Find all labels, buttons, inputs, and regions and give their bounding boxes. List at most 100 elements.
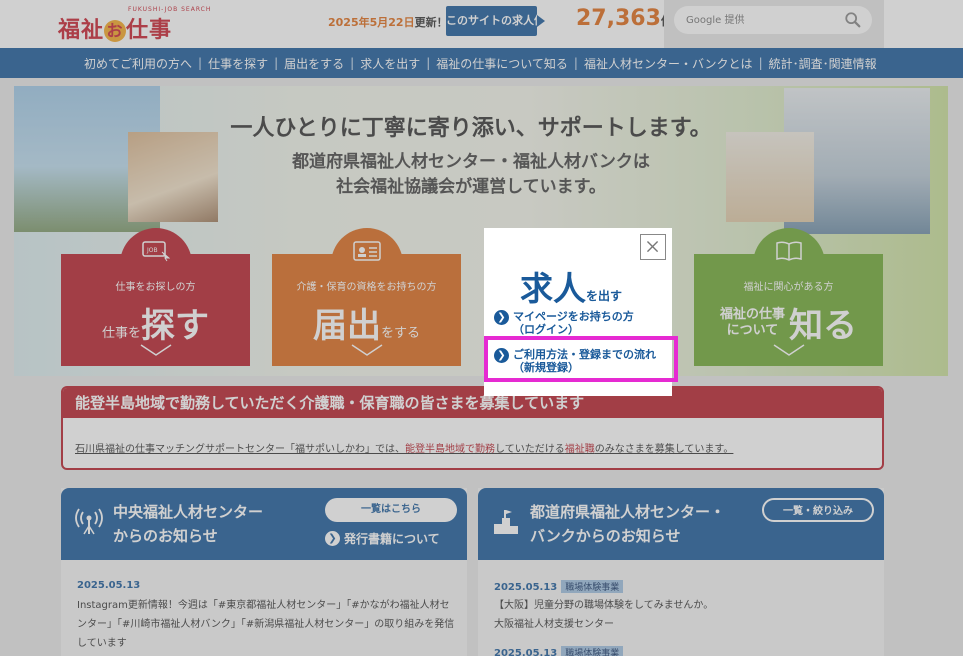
nav-item-about[interactable]: 福祉人材センター・バンクとは [578, 55, 759, 72]
notify-main: 届出 [312, 306, 381, 346]
login-link-label: マイページをお持ちの方 （ログイン） [513, 310, 634, 336]
nav-item-find-job[interactable]: 仕事を探す [202, 55, 274, 72]
nav-item-notify[interactable]: 届出をする [278, 55, 350, 72]
main-nav: 初めてご利用の方へ | 仕事を探す | 届出をする | 求人を出す | 福祉の仕事につい… [0, 48, 963, 78]
logo-text-1: 福祉 [58, 18, 105, 43]
notice-title: 能登半島地域で勤務していただく介護職・保育職の皆さまを募集しています [63, 388, 882, 418]
notify-suffix: をする [380, 326, 420, 341]
site-logo[interactable]: FUKUSHI-JOB SEARCH 福祉お仕事 [58, 6, 210, 44]
prefecture-news-date-1-value: 2025.05.13 [494, 582, 558, 593]
hero-subtitle-line2: 社会福祉協議会が運営しています。 [336, 177, 606, 197]
notice-highlight-2: 福祉職 [564, 444, 595, 455]
search-area [664, 0, 884, 48]
central-news-item[interactable]: Instagram更新情報！今週は「#東京都福祉人材センター」「#かながわ福祉人… [77, 596, 457, 653]
learn-caption: 福祉に関心がある方 [743, 282, 834, 293]
update-info: 2025年5月22日更新！ [328, 14, 448, 30]
prefecture-news-header: 都道府県福祉人材センター・ バンクからのお知らせ 一覧・絞り込み [478, 488, 884, 560]
book-icon [775, 241, 802, 261]
category-tag: 職場体験事業 [561, 646, 624, 656]
close-icon [646, 240, 659, 253]
central-news-title-2: からのお知らせ [113, 527, 218, 545]
job-cursor-icon: JOB [141, 241, 170, 262]
central-news-title-1: 中央福祉人材センター [113, 503, 264, 521]
highlight-box [484, 336, 678, 382]
prefecture-news-title-2: バンクからのお知らせ [530, 527, 681, 545]
hero-photo-childcare [726, 132, 814, 222]
prefecture-news-item-1-line1: 【大阪】児童分野の職場体験をしてみませんか。 [494, 600, 714, 611]
prefecture-news-title: 都道府県福祉人材センター・ バンクからのお知らせ [530, 500, 725, 548]
hero-photo-care [128, 132, 218, 222]
find-job-label: 仕事を探す [61, 298, 250, 347]
find-job-main: 探す [141, 306, 209, 346]
job-count-value: 27,363 [576, 6, 661, 31]
notice-text-1: 石川県福祉の仕事マッチングサポートセンター「福サポいしかわ」では、 [75, 444, 405, 455]
find-job-prefix: 仕事を [101, 326, 141, 341]
chevron-down-icon [140, 344, 171, 356]
notice-text-3: のみなさまを募集しています。 [594, 444, 734, 455]
site-header: FUKUSHI-JOB SEARCH 福祉お仕事 2025年5月22日更新！ こ… [0, 0, 963, 48]
chevron-down-icon [351, 344, 382, 356]
logo-o-mark: お [104, 20, 127, 42]
popup-title-main: 求人 [520, 269, 586, 308]
nav-item-first-time[interactable]: 初めてご利用の方へ [78, 55, 198, 72]
login-link[interactable]: ❯ マイページをお持ちの方 （ログイン） [494, 310, 634, 336]
learn-prefix-1: 福祉の仕事 [719, 306, 785, 322]
popup-title: 求人を出す [520, 262, 622, 310]
prefecture-news-title-1: 都道府県福祉人材センター・ [530, 503, 726, 521]
job-badge-text: JOB [146, 247, 158, 254]
central-news-header: 中央福祉人材センター からのお知らせ 一覧はこちら ❯ 発行書籍について [61, 488, 467, 560]
nav-item-learn[interactable]: 福祉の仕事について知る [430, 55, 574, 72]
prefecture-news-date-2: 2025.05.13 職場体験事業 [494, 646, 624, 656]
publications-link-label: 発行書籍について [344, 532, 440, 546]
publications-link[interactable]: ❯ 発行書籍について [325, 530, 440, 547]
prefecture-news-panel: 都道府県福祉人材センター・ バンクからのお知らせ 一覧・絞り込み 2025.05… [478, 488, 884, 656]
noto-recruitment-notice: 能登半島地域で勤務していただく介護職・保育職の皆さまを募集しています 石川県福祉… [61, 386, 884, 470]
find-job-caption: 仕事をお探しの方 [115, 282, 196, 293]
notify-label: 届出をする [272, 298, 461, 347]
learn-label: 福祉の仕事 について 知る [694, 298, 883, 347]
id-card-icon [352, 241, 381, 261]
central-news-list-button[interactable]: 一覧はこちら [325, 498, 457, 522]
central-news-panel: 中央福祉人材センター からのお知らせ 一覧はこちら ❯ 発行書籍について 2025… [61, 488, 467, 656]
category-tag: 職場体験事業 [561, 580, 624, 593]
job-count: 27,363件 [576, 6, 673, 31]
central-news-date: 2025.05.13 [77, 580, 141, 591]
update-date: 2025年5月22日 [328, 16, 415, 29]
prefecture-news-date-2-value: 2025.05.13 [494, 648, 558, 656]
login-link-line1: マイページをお持ちの方 [513, 310, 634, 323]
hero-title: 一人ひとりに丁寧に寄り添い、サポートします。 [230, 116, 712, 141]
buildings-icon [494, 510, 518, 534]
notice-text-2: していただける [495, 444, 565, 455]
nav-item-statistics[interactable]: 統計･調査･関連情報 [763, 55, 883, 72]
nav-item-post-job[interactable]: 求人を出す [354, 55, 426, 72]
popup-title-suffix: を出す [586, 289, 623, 303]
broadcast-icon [75, 508, 103, 535]
prefecture-news-item-1-line2: 大阪福祉人材支援センター [494, 619, 614, 630]
update-suffix: 更新！ [414, 16, 448, 29]
learn-main: 知る [789, 306, 857, 346]
prefecture-news-list-button[interactable]: 一覧・絞り込み [762, 498, 874, 522]
login-link-line2: （ログイン） [513, 323, 579, 336]
prefecture-news-item-1[interactable]: 【大阪】児童分野の職場体験をしてみませんか。 大阪福祉人材支援センター [494, 596, 874, 634]
find-job-card[interactable]: JOB 仕事をお探しの方 仕事を探す [61, 228, 250, 366]
search-box [674, 6, 872, 34]
search-icon[interactable] [844, 11, 862, 29]
chevron-right-icon: ❯ [494, 310, 509, 325]
central-news-title: 中央福祉人材センター からのお知らせ [113, 500, 263, 548]
prefecture-news-date-1: 2025.05.13 職場体験事業 [494, 580, 624, 593]
learn-prefix: 福祉の仕事 について [720, 307, 785, 339]
notice-link[interactable]: 石川県福祉の仕事マッチングサポートセンター「福サポいしかわ」では、能登半島地域で… [75, 440, 733, 455]
search-input[interactable] [686, 10, 836, 30]
logo-title: 福祉お仕事 [58, 12, 172, 44]
close-button[interactable] [640, 234, 666, 260]
notify-card[interactable]: 介護・保育の資格をお持ちの方 届出をする [272, 228, 461, 366]
learn-prefix-2: について [726, 322, 779, 338]
hero-subtitle-line1: 都道府県福祉人材センター・福祉人材バンクは [292, 152, 650, 172]
job-count-label: このサイトの求人件数 [446, 6, 556, 36]
chevron-right-icon: ❯ [325, 531, 340, 546]
hero-subtitle: 都道府県福祉人材センター・福祉人材バンクは 社会福祉協議会が運営しています。 [256, 150, 686, 200]
chevron-down-icon [773, 344, 804, 356]
logo-text-2: 仕事 [126, 18, 173, 43]
notice-highlight-1: 能登半島地域で勤務 [405, 444, 495, 455]
learn-card[interactable]: 福祉に関心がある方 福祉の仕事 について 知る [694, 228, 883, 366]
